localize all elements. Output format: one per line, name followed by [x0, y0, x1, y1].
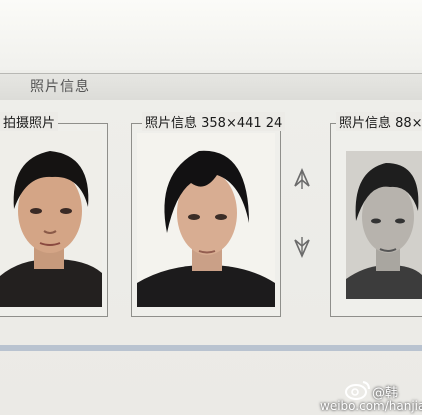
window-top-area [0, 0, 422, 70]
info-photo [137, 133, 275, 307]
captured-photo [0, 131, 102, 307]
reference-photo [346, 151, 422, 299]
captured-photo-label: 拍摄照片 [0, 112, 59, 131]
window-bottom-border [0, 345, 422, 351]
section-title: 照片信息 [30, 79, 90, 95]
down-arrow-icon[interactable] [292, 236, 312, 258]
watermark-url: weibo.com/hanjia [320, 399, 422, 413]
info-photo-label: 照片信息 358×441 24 [142, 112, 286, 131]
reference-photo-label: 照片信息 88× [336, 112, 422, 131]
weibo-logo-icon [345, 380, 371, 400]
up-arrow-icon[interactable] [292, 168, 312, 190]
